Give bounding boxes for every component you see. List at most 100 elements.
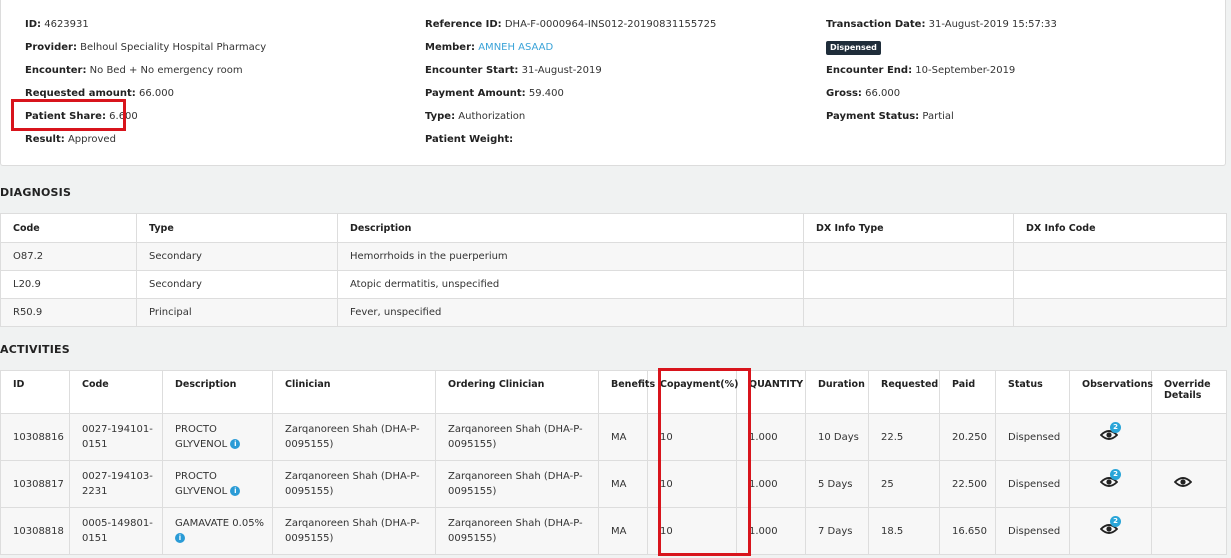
- activity-code-value: 0027-194101-0151: [82, 424, 153, 450]
- activity-cell-clinician: Zarqanoreen Shah (DHA-P-0095155): [272, 460, 436, 508]
- diagnosis-cell-dx-info-code: [1013, 270, 1227, 299]
- activity-cell-id: 10308816: [0, 413, 70, 461]
- table-row: 10308816 0027-194101-0151 PROCTO GLYVENOL …: [0, 413, 1227, 461]
- activity-cell-duration: 5 Days: [805, 460, 869, 508]
- diagnosis-table: Code Type Description DX Info Type DX Info C…: [0, 213, 1227, 327]
- activity-copayment-value: 10: [660, 431, 673, 443]
- reference-id-value: DHA-F-0000964-INS012-20190831155725: [504, 19, 717, 30]
- activity-benefits-value: MA: [611, 478, 627, 490]
- diagnosis-header-row: Code Type Description DX Info Type DX Info C…: [0, 213, 1227, 243]
- diagnosis-cell-description: Atopic dermatitis, unspecified: [337, 270, 804, 299]
- activity-status-value: Dispensed: [1008, 431, 1061, 443]
- table-row: L20.9 Secondary Atopic dermatitis, unspeci…: [0, 270, 1227, 299]
- table-row: 10308818 0005-149801-0151 GAMAVATE 0.05% i…: [0, 507, 1227, 555]
- id-value: 4623931: [44, 19, 89, 30]
- activity-paid-value: 22.500: [952, 478, 987, 490]
- result-field: Result: Approved: [25, 134, 116, 145]
- observations-button[interactable]: 2: [1099, 515, 1122, 537]
- info-icon[interactable]: i: [230, 486, 241, 496]
- observations-count-badge: 2: [1110, 468, 1121, 480]
- observations-button[interactable]: 2: [1099, 468, 1122, 490]
- activity-clinician-value: Zarqanoreen Shah (DHA-P-0095155): [285, 424, 420, 450]
- activity-requested-value: 25: [881, 478, 894, 490]
- diagnosis-header-code: Code: [0, 213, 137, 243]
- activity-cell-status: Dispensed: [995, 460, 1070, 508]
- activity-cell-paid: 20.250: [939, 413, 996, 461]
- activity-cell-status: Dispensed: [995, 413, 1070, 461]
- diagnosis-cell-type: Secondary: [136, 242, 338, 271]
- transaction-date-field: Transaction Date: 31-August-2019 15:57:3…: [826, 19, 1057, 30]
- diagnosis-cell-dx-info-type: [803, 242, 1014, 271]
- activity-cell-override-details: [1151, 413, 1227, 461]
- member-field: Member: AMNEH ASAAD: [425, 42, 554, 53]
- diagnosis-cell-code: O87.2: [0, 242, 137, 271]
- activities-header-id: ID: [0, 370, 70, 414]
- provider-field: Provider: Belhoul Speciality Hospital Ph…: [25, 42, 267, 53]
- diagnosis-table-body: O87.2 Secondary Hemorrhoids in the puerper…: [0, 242, 1227, 327]
- activity-code-value: 0027-194103-2231: [82, 471, 153, 497]
- activity-cell-quantity: 1.000: [736, 460, 806, 508]
- diagnosis-heading: DIAGNOSIS: [0, 186, 72, 199]
- activity-ordering-value: Zarqanoreen Shah (DHA-P-0095155): [448, 518, 583, 544]
- observations-button[interactable]: 2: [1099, 421, 1122, 443]
- type-field: Type: Authorization: [425, 111, 526, 122]
- activity-cell-code: 0027-194101-0151: [69, 413, 163, 461]
- activities-header-requested: Requested: [868, 370, 940, 414]
- info-icon[interactable]: i: [175, 533, 185, 543]
- activity-cell-benefits: MA: [598, 413, 648, 461]
- activities-table: ID Code Description Clinician Ordering Clini…: [0, 370, 1227, 555]
- activity-cell-code: 0027-194103-2231: [69, 460, 163, 508]
- activity-paid-value: 20.250: [952, 431, 987, 443]
- activity-cell-observations: 2: [1069, 413, 1152, 461]
- member-link[interactable]: AMNEH ASAAD: [478, 42, 553, 53]
- activity-description-value: PROCTO GLYVENOL: [175, 424, 228, 450]
- diagnosis-cell-dx-info-type: [803, 270, 1014, 299]
- status-badge: Dispensed: [826, 41, 881, 55]
- activity-clinician-value: Zarqanoreen Shah (DHA-P-0095155): [285, 471, 420, 497]
- observations-count-badge: 2: [1110, 515, 1121, 527]
- activity-duration-value: 10 Days: [818, 431, 859, 443]
- override-details-button[interactable]: [1173, 476, 1193, 491]
- diagnosis-cell-code: L20.9: [0, 270, 137, 299]
- activity-copayment-value: 10: [660, 525, 673, 537]
- diagnosis-cell-code: R50.9: [0, 298, 137, 327]
- diagnosis-header-dx-info-code: DX Info Code: [1013, 213, 1227, 243]
- patient-weight-field: Patient Weight:: [425, 134, 514, 145]
- activity-cell-quantity: 1.000: [736, 507, 806, 555]
- provider-value: Belhoul Speciality Hospital Pharmacy: [80, 42, 267, 53]
- activity-ordering-value: Zarqanoreen Shah (DHA-P-0095155): [448, 471, 583, 497]
- activity-cell-requested: 22.5: [868, 413, 940, 461]
- eye-icon[interactable]: [1173, 476, 1193, 488]
- activity-cell-description: GAMAVATE 0.05% i: [162, 507, 273, 555]
- diagnosis-header-type: Type: [136, 213, 338, 243]
- activity-clinician-value: Zarqanoreen Shah (DHA-P-0095155): [285, 518, 420, 544]
- activity-requested-value: 18.5: [881, 525, 904, 537]
- patient-share-value: 6.600: [109, 111, 138, 122]
- payment-amount-field: Payment Amount: 59.400: [425, 88, 564, 99]
- diagnosis-header-description: Description: [337, 213, 804, 243]
- activities-heading: ACTIVITIES: [0, 343, 70, 356]
- activity-cell-requested: 18.5: [868, 507, 940, 555]
- table-row: O87.2 Secondary Hemorrhoids in the puerper…: [0, 242, 1227, 271]
- activity-cell-benefits: MA: [598, 507, 648, 555]
- activities-header-observations: Observations: [1069, 370, 1153, 414]
- activities-header-description: Description: [162, 370, 273, 414]
- activities-header-code: Code: [69, 370, 163, 414]
- activity-status-value: Dispensed: [1008, 478, 1061, 490]
- id-field: ID: 4623931: [25, 19, 89, 30]
- activity-cell-duration: 7 Days: [805, 507, 869, 555]
- diagnosis-cell-type: Principal: [136, 298, 338, 327]
- diagnosis-cell-description: Fever, unspecified: [337, 298, 804, 327]
- activities-header-benefits: Benefits: [598, 370, 655, 414]
- activities-table-body: 10308816 0027-194101-0151 PROCTO GLYVENOL …: [0, 413, 1227, 555]
- activity-id-value: 10308816: [13, 431, 64, 443]
- activity-cell-description: PROCTO GLYVENOL i: [162, 413, 273, 461]
- activity-cell-quantity: 1.000: [736, 413, 806, 461]
- activities-header-row: ID Code Description Clinician Ordering Clini…: [0, 370, 1227, 414]
- activities-header-clinician: Clinician: [272, 370, 436, 414]
- payment-status-value: Partial: [922, 111, 954, 122]
- activity-quantity-value: 1.000: [749, 525, 778, 537]
- activity-duration-value: 7 Days: [818, 525, 853, 537]
- info-icon[interactable]: i: [230, 439, 241, 449]
- table-row: 10308817 0027-194103-2231 PROCTO GLYVENOL …: [0, 460, 1227, 508]
